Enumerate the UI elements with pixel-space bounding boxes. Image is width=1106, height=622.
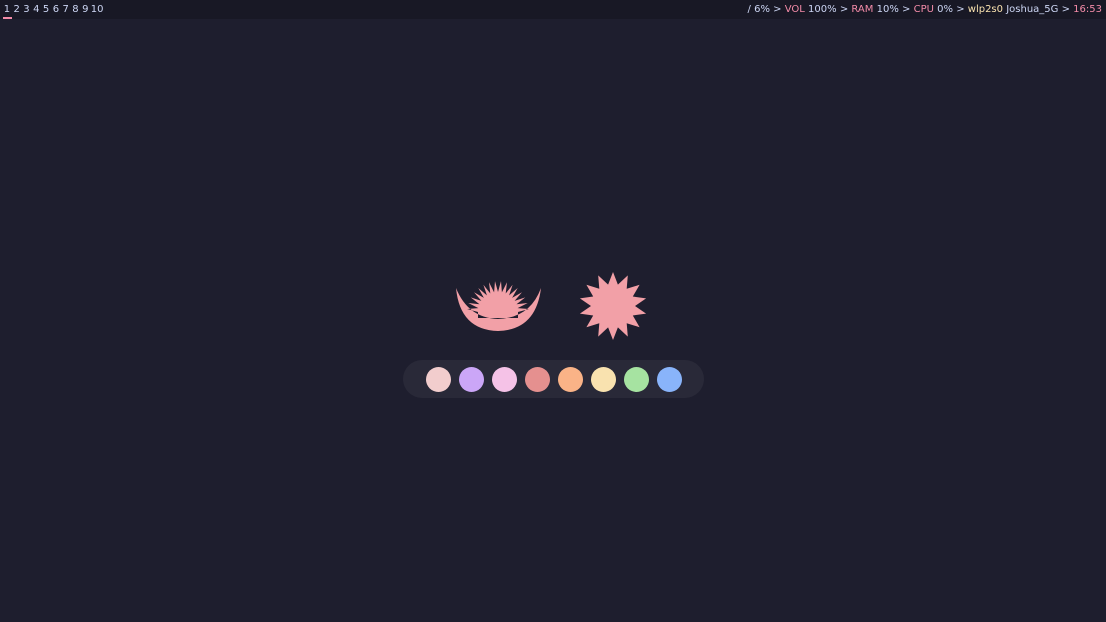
color-swatch[interactable]	[558, 367, 583, 392]
color-palette	[403, 360, 704, 398]
color-swatch[interactable]	[657, 367, 682, 392]
color-swatch[interactable]	[591, 367, 616, 392]
star-burst-icon	[579, 272, 647, 340]
color-swatch[interactable]	[459, 367, 484, 392]
color-swatch[interactable]	[492, 367, 517, 392]
color-swatch[interactable]	[624, 367, 649, 392]
smile-eye-shape	[456, 281, 541, 331]
eyes-graphic	[456, 272, 647, 340]
star-burst-shape	[579, 272, 647, 340]
desktop	[0, 0, 1106, 622]
smile-eye-icon	[456, 281, 541, 331]
color-swatch[interactable]	[525, 367, 550, 392]
color-swatch[interactable]	[426, 367, 451, 392]
